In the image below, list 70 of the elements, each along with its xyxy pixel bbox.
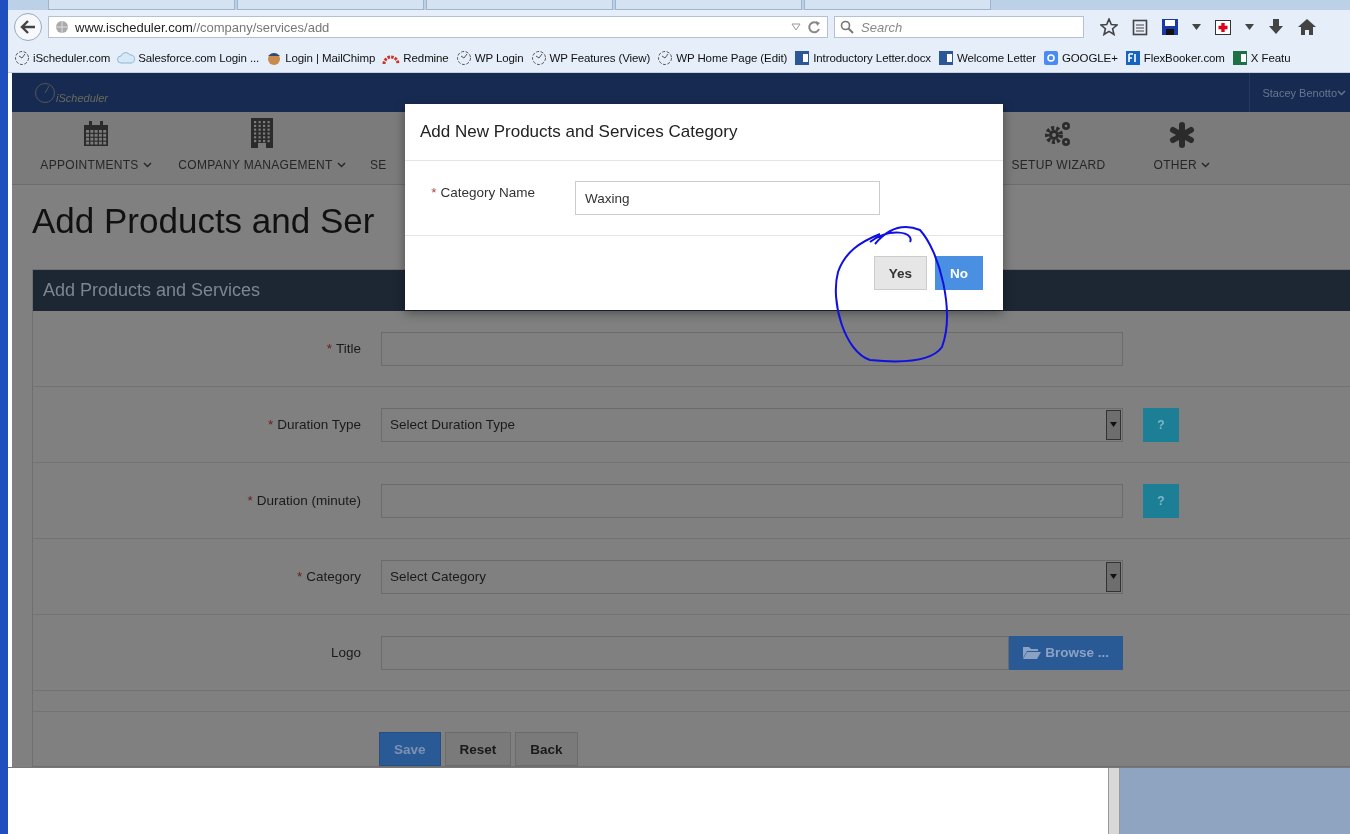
dropdown-icon[interactable] [1245, 24, 1254, 30]
bookmark[interactable]: iScheduler.com [12, 50, 113, 66]
chevron-icon [1201, 162, 1210, 169]
spreadsheet-icon [1231, 50, 1248, 66]
download-icon[interactable] [1268, 19, 1284, 35]
home-icon[interactable] [1298, 19, 1316, 35]
nav-item[interactable]: SE [364, 112, 393, 185]
field-label: * Category [295, 569, 361, 584]
booking-icon [1124, 50, 1141, 66]
form-button[interactable]: Reset [444, 732, 512, 766]
bookmark[interactable]: FlexBooker.com [1122, 50, 1227, 66]
text-input[interactable] [381, 331, 1123, 366]
page-title: Add Products and Ser [32, 201, 375, 243]
bookmark[interactable]: Welcome Letter [936, 50, 1038, 66]
logo: iScheduler [34, 81, 108, 104]
globe-icon [55, 20, 69, 34]
bookmark[interactable]: WP Home Page (Edit) [655, 50, 790, 66]
clock-icon [455, 50, 472, 66]
window-frame [1108, 768, 1120, 834]
chevron-icon [336, 162, 346, 169]
bookmark[interactable]: Salesforce.com Login ... [115, 51, 262, 65]
first-aid-icon[interactable] [1215, 19, 1231, 35]
star-icon[interactable] [1100, 18, 1118, 36]
address-bar[interactable]: www.ischeduler.com//company/services/add [48, 16, 828, 38]
chevron-icon [142, 162, 152, 169]
asterisk-icon [1168, 122, 1195, 149]
field-label: Logo [329, 645, 361, 660]
bookmark[interactable]: X Featu [1229, 50, 1293, 66]
bookmark[interactable]: Introductory Letter.docx [792, 50, 933, 66]
document-icon [938, 50, 954, 66]
dialog-button[interactable]: Yes [873, 256, 927, 290]
category-name-input[interactable]: Waxing [575, 181, 880, 215]
floppy-icon[interactable] [1162, 19, 1178, 35]
file-input[interactable] [381, 635, 1010, 670]
select-dropdown[interactable]: Select Category [381, 559, 1123, 594]
bookmark[interactable]: Login | MailChimp [264, 50, 378, 66]
modal-title: Add New Products and Services Category [405, 104, 1003, 161]
clipboard-icon[interactable] [1132, 18, 1148, 36]
search-icon [840, 20, 854, 34]
building-icon [251, 118, 273, 149]
bookmark[interactable]: WP Features (View) [528, 50, 653, 66]
url-text: www.ischeduler.com//company/services/add [75, 19, 330, 35]
clock-icon [657, 50, 674, 66]
nav-item[interactable]: COMPANY MANAGEMENT [178, 112, 346, 185]
form-button[interactable]: Back [515, 732, 578, 766]
field-label: * Duration (minute) [246, 493, 361, 508]
bookmark[interactable]: WP Login [453, 50, 526, 66]
back-arrow-icon [20, 20, 36, 34]
nav-item[interactable]: APPOINTMENTS [38, 112, 154, 185]
chevron-icon [1337, 89, 1346, 96]
back-button[interactable] [14, 13, 42, 41]
bookmark[interactable]: Redmine [380, 51, 451, 65]
select-dropdown[interactable]: Select Duration Type [381, 407, 1123, 442]
nav-item[interactable]: OTHER [1147, 112, 1216, 185]
clock-icon [34, 81, 56, 104]
cloud-icon [117, 51, 136, 65]
dropdown-icon[interactable] [1192, 24, 1201, 30]
calendar-icon [82, 120, 110, 149]
nav-item[interactable]: SETUP WIZARD [1005, 112, 1112, 185]
search-field[interactable]: Search [834, 16, 1084, 38]
field-label: * Duration Type [266, 417, 361, 432]
field-label: * Category Name [430, 184, 535, 200]
field-label: * Title [325, 341, 361, 356]
bookmark[interactable]: GOOGLE+ [1040, 50, 1120, 66]
reload-icon[interactable] [807, 20, 821, 34]
clock-icon [14, 50, 30, 66]
document-icon [794, 50, 811, 66]
clock-icon [530, 50, 547, 66]
folder-icon [1023, 646, 1042, 659]
google-icon [1042, 50, 1059, 66]
